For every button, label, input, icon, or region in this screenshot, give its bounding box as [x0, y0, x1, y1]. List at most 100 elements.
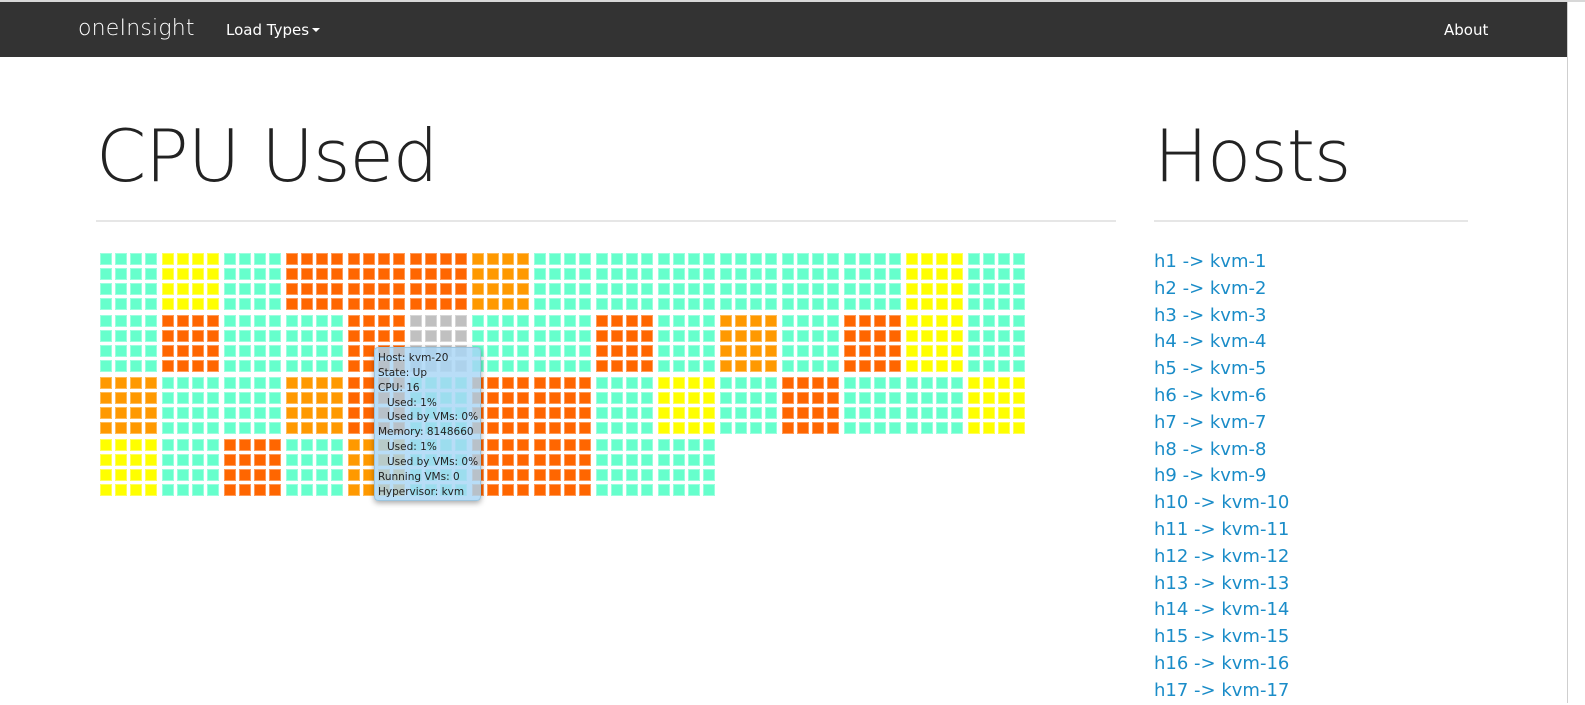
cpu-cell: [998, 268, 1010, 280]
cpu-cell: [286, 315, 298, 327]
host-block[interactable]: [658, 253, 716, 311]
cpu-cell: [517, 283, 529, 295]
host-block[interactable]: [906, 377, 964, 435]
host-block[interactable]: [410, 253, 468, 311]
host-link[interactable]: h10 -> kvm-10: [1154, 490, 1289, 517]
host-block[interactable]: [348, 253, 406, 311]
host-block[interactable]: [968, 377, 1026, 435]
cpu-cell: [239, 439, 251, 451]
host-block[interactable]: [596, 377, 654, 435]
host-block[interactable]: [100, 377, 158, 435]
host-block[interactable]: [224, 439, 282, 497]
host-block[interactable]: [596, 439, 654, 497]
host-link[interactable]: h14 -> kvm-14: [1154, 597, 1289, 624]
host-link[interactable]: h1 -> kvm-1: [1154, 249, 1289, 276]
host-block[interactable]: [162, 253, 220, 311]
host-block[interactable]: [968, 315, 1026, 373]
host-link[interactable]: h15 -> kvm-15: [1154, 624, 1289, 651]
cpu-cell: [378, 253, 390, 265]
host-block[interactable]: [844, 253, 902, 311]
about-link[interactable]: About: [1444, 21, 1488, 39]
cpu-cell: [703, 407, 715, 419]
cpu-cell: [998, 298, 1010, 310]
tooltip-hypervisor: Hypervisor: kvm: [378, 485, 465, 498]
host-block[interactable]: [286, 315, 344, 373]
host-block[interactable]: [534, 377, 592, 435]
host-block[interactable]: [100, 439, 158, 497]
host-link[interactable]: h7 -> kvm-7: [1154, 410, 1289, 437]
cpu-cell: [301, 315, 313, 327]
cpu-cell: [301, 283, 313, 295]
cpu-cell: [579, 298, 591, 310]
host-block[interactable]: [100, 315, 158, 373]
cpu-cell: [207, 283, 219, 295]
host-block[interactable]: [720, 377, 778, 435]
host-link[interactable]: h3 -> kvm-3: [1154, 303, 1289, 330]
cpu-cell: [936, 315, 948, 327]
host-link[interactable]: h9 -> kvm-9: [1154, 463, 1289, 490]
host-block[interactable]: [162, 439, 220, 497]
host-block[interactable]: [782, 377, 840, 435]
cpu-cell: [951, 253, 963, 265]
host-link[interactable]: h2 -> kvm-2: [1154, 276, 1289, 303]
host-block[interactable]: [782, 315, 840, 373]
cpu-cell: [162, 315, 174, 327]
brand-link[interactable]: oneInsight: [78, 16, 195, 41]
host-block[interactable]: [472, 253, 530, 311]
host-block[interactable]: [906, 253, 964, 311]
host-link[interactable]: h8 -> kvm-8: [1154, 437, 1289, 464]
cpu-cell: [145, 360, 157, 372]
cpu-cell: [115, 454, 127, 466]
cpu-cell: [239, 360, 251, 372]
host-block[interactable]: [534, 253, 592, 311]
host-link[interactable]: h16 -> kvm-16: [1154, 651, 1289, 678]
host-link[interactable]: h17 -> kvm-17: [1154, 678, 1289, 705]
host-link[interactable]: h13 -> kvm-13: [1154, 571, 1289, 598]
host-block[interactable]: [286, 439, 344, 497]
host-block[interactable]: [100, 253, 158, 311]
host-link[interactable]: h12 -> kvm-12: [1154, 544, 1289, 571]
host-block[interactable]: [534, 439, 592, 497]
cpu-cell: [502, 345, 514, 357]
host-block[interactable]: [596, 253, 654, 311]
host-block[interactable]: [534, 315, 592, 373]
host-link[interactable]: h11 -> kvm-11: [1154, 517, 1289, 544]
cpu-cell: [348, 360, 360, 372]
cpu-cell: [921, 283, 933, 295]
host-block[interactable]: [224, 377, 282, 435]
cpu-cell: [115, 377, 127, 389]
host-block[interactable]: [720, 253, 778, 311]
cpu-cell: [906, 345, 918, 357]
host-block[interactable]: [658, 315, 716, 373]
host-block[interactable]: [286, 377, 344, 435]
host-block[interactable]: [658, 377, 716, 435]
page-scrollbar[interactable]: [1567, 2, 1585, 703]
host-block[interactable]: [224, 253, 282, 311]
cpu-cell: [750, 377, 762, 389]
host-block[interactable]: [844, 315, 902, 373]
cpu-cell: [906, 422, 918, 434]
host-link[interactable]: h5 -> kvm-5: [1154, 356, 1289, 383]
cpu-cell: [502, 407, 514, 419]
host-block[interactable]: [968, 253, 1026, 311]
host-block[interactable]: [782, 253, 840, 311]
cpu-cell: [658, 253, 670, 265]
load-types-dropdown[interactable]: Load Types: [226, 21, 321, 39]
cpu-cell: [968, 268, 980, 280]
host-block[interactable]: [720, 315, 778, 373]
cpu-cell: [827, 315, 839, 327]
host-block[interactable]: [162, 315, 220, 373]
host-block[interactable]: [286, 253, 344, 311]
cpu-cell: [611, 439, 623, 451]
host-link[interactable]: h6 -> kvm-6: [1154, 383, 1289, 410]
host-link[interactable]: h4 -> kvm-4: [1154, 329, 1289, 356]
host-block[interactable]: [224, 315, 282, 373]
host-block[interactable]: [162, 377, 220, 435]
host-block[interactable]: [844, 377, 902, 435]
cpu-cell: [145, 377, 157, 389]
host-block[interactable]: [906, 315, 964, 373]
cpu-cell: [316, 315, 328, 327]
host-block[interactable]: [596, 315, 654, 373]
host-block[interactable]: [658, 439, 716, 497]
cpu-cell: [224, 253, 236, 265]
